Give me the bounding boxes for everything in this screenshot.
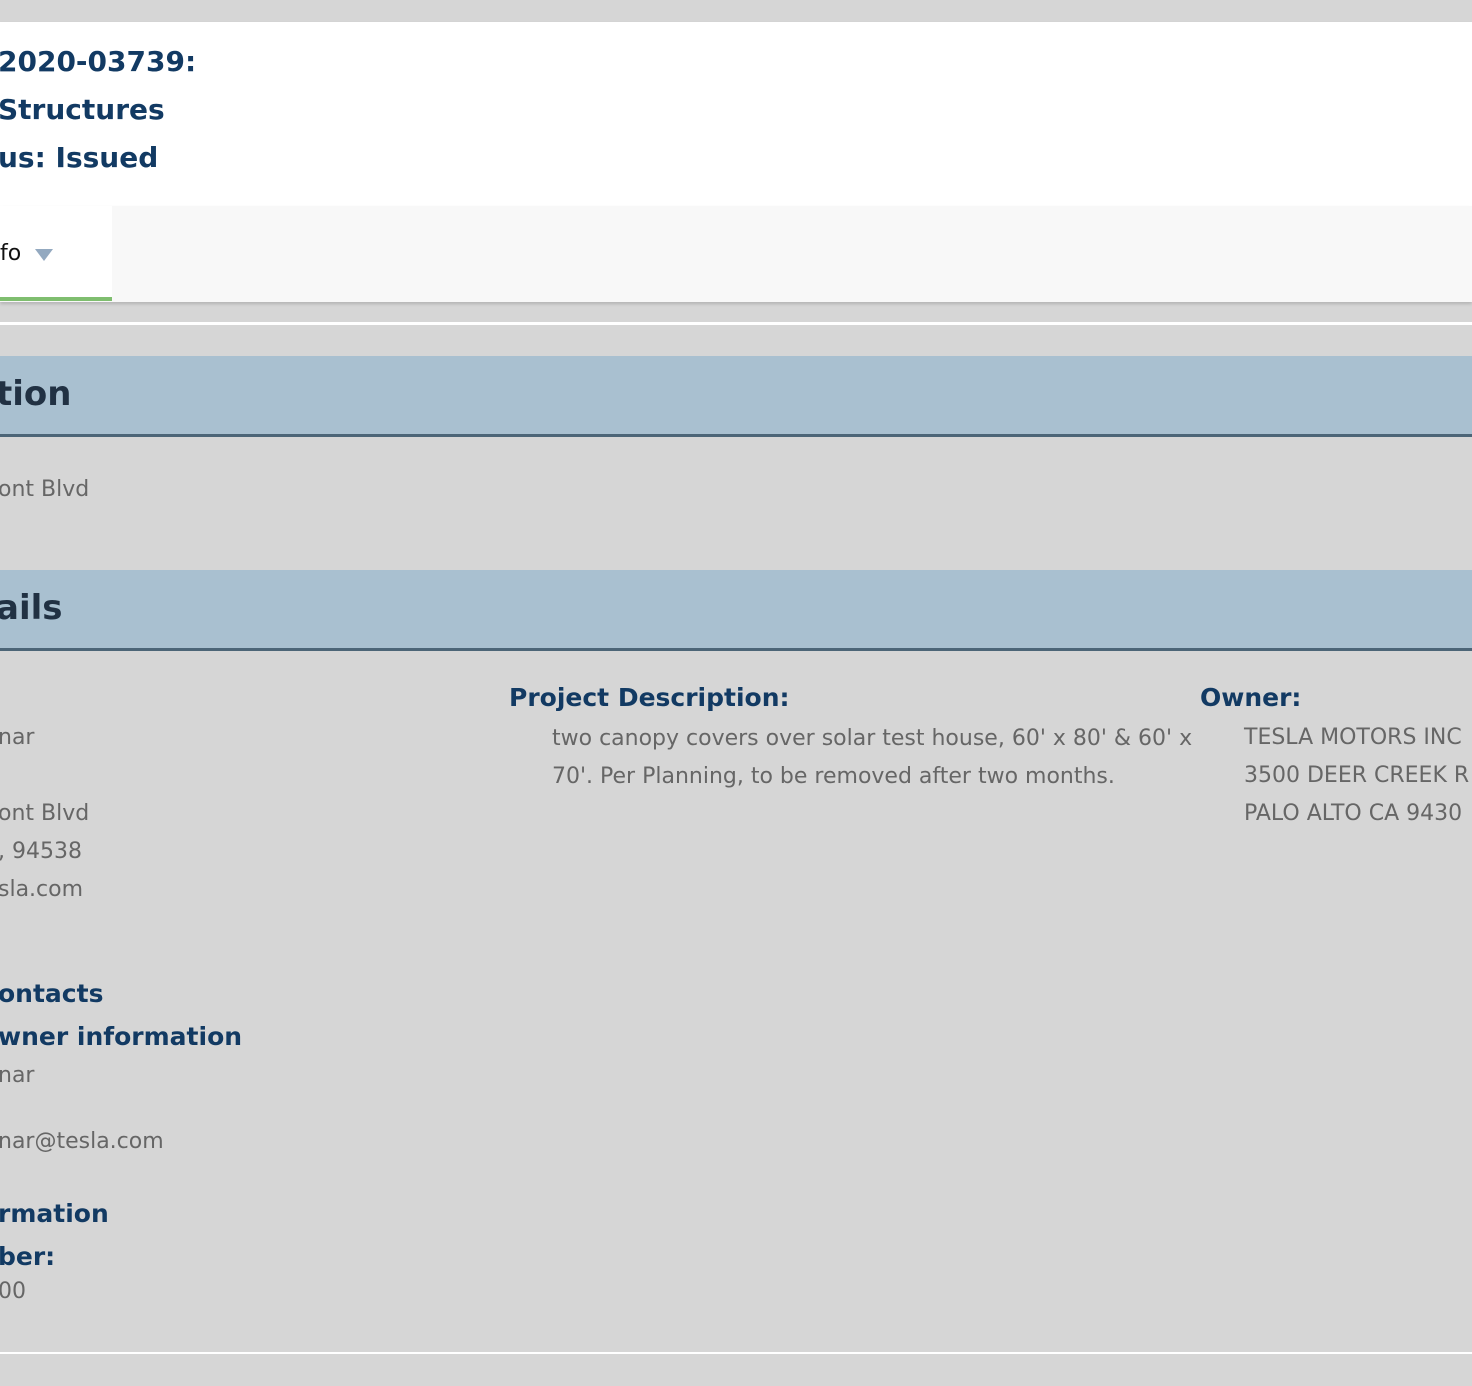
- applicant-name: nar: [0, 725, 35, 750]
- contacts-heading: ontacts: [0, 979, 104, 1008]
- divider: [0, 322, 1472, 325]
- location-address: ont Blvd: [0, 477, 90, 502]
- tab-info[interactable]: fo: [0, 206, 112, 301]
- number-label: ber:: [0, 1242, 56, 1271]
- permit-details-page: 2020-03739: Structures us: Issued fo tio…: [0, 0, 1472, 1386]
- applicant-city-zip: , 94538: [0, 839, 82, 864]
- record-status: us: Issued: [0, 141, 159, 174]
- chevron-down-icon[interactable]: [35, 249, 53, 261]
- information-heading: rmation: [0, 1199, 109, 1228]
- details-section-title: ails: [0, 588, 63, 628]
- number-value: 00: [0, 1279, 26, 1304]
- owner-information-subheading: wner information: [0, 1022, 243, 1051]
- location-section-title: tion: [0, 374, 72, 414]
- project-description-label: Project Description:: [509, 683, 790, 712]
- details-section-header: ails: [0, 570, 1472, 651]
- project-description-text: two canopy covers over solar test house,…: [552, 726, 1193, 789]
- tab-info-label: fo: [0, 241, 22, 266]
- record-type: Structures: [0, 93, 165, 126]
- divider: [0, 1352, 1472, 1354]
- applicant-street: ont Blvd: [0, 801, 90, 826]
- owner-name: TESLA MOTORS INC: [1244, 725, 1462, 750]
- tab-bar: fo: [0, 206, 1472, 302]
- owner-label: Owner:: [1200, 683, 1302, 712]
- record-header: 2020-03739: Structures us: Issued: [0, 22, 1472, 206]
- owner-street: 3500 DEER CREEK R: [1244, 763, 1470, 788]
- contact-name: nar: [0, 1063, 35, 1088]
- contact-email[interactable]: nar@tesla.com: [0, 1128, 164, 1156]
- location-section-header: tion: [0, 356, 1472, 437]
- applicant-email: sla.com: [0, 877, 84, 902]
- owner-city: PALO ALTO CA 9430: [1244, 801, 1463, 826]
- record-number: 2020-03739:: [0, 45, 197, 78]
